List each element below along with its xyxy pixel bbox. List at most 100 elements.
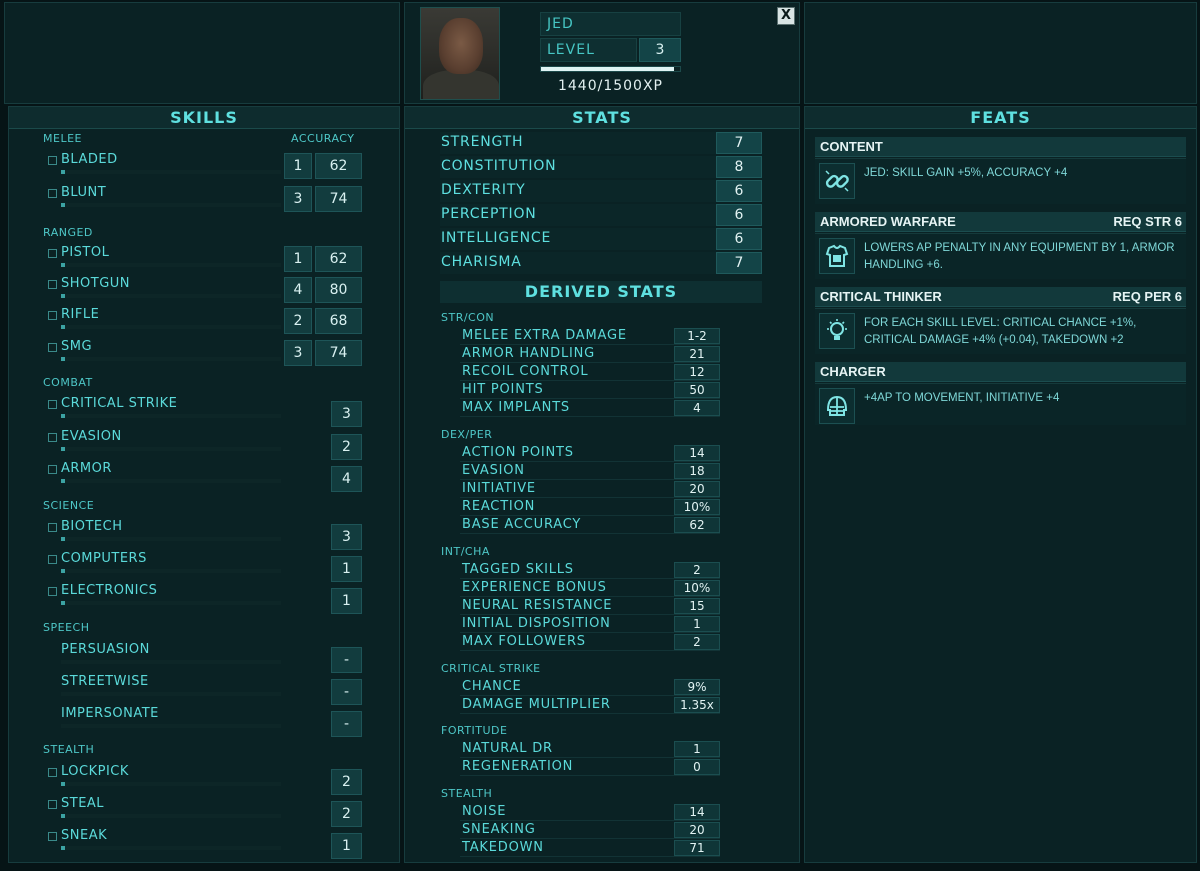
skill-tag-checkbox[interactable] bbox=[48, 156, 57, 165]
skill-row-lockpick[interactable]: LOCKPICK 2 bbox=[45, 764, 365, 795]
skill-tag-checkbox[interactable] bbox=[48, 832, 57, 841]
derived-stat-value: 14 bbox=[674, 445, 720, 461]
derived-stat-name: CHANCE bbox=[462, 679, 522, 694]
skill-tag-checkbox[interactable] bbox=[48, 555, 57, 564]
derived-stat-name: RECOIL CONTROL bbox=[462, 364, 589, 379]
feat-card-content[interactable]: CONTENT JED: SKILL GAIN +5%, ACCURACY +4 bbox=[815, 137, 1186, 204]
skill-rank-value: 3 bbox=[331, 401, 362, 427]
derived-stat-row[interactable]: EVASION 18 bbox=[460, 463, 720, 480]
derived-stat-row[interactable]: DAMAGE MULTIPLIER 1.35x bbox=[460, 697, 720, 714]
skill-row-steal[interactable]: STEAL 2 bbox=[45, 796, 365, 827]
skill-rank-value: 3 bbox=[331, 524, 362, 550]
feat-requirement: REQ PER 6 bbox=[1112, 289, 1182, 304]
derived-stat-row[interactable]: NEURAL RESISTANCE 15 bbox=[460, 598, 720, 615]
derived-stat-row[interactable]: BASE ACCURACY 62 bbox=[460, 517, 720, 534]
attribute-row-charisma[interactable]: CHARISMA 7 bbox=[440, 252, 762, 274]
skill-row-electronics[interactable]: ELECTRONICS 1 bbox=[45, 583, 365, 614]
skill-row-sneak[interactable]: SNEAK 1 bbox=[45, 828, 365, 859]
skill-row-smg[interactable]: SMG 3 74 bbox=[45, 339, 365, 370]
derived-stat-row[interactable]: HIT POINTS 50 bbox=[460, 382, 720, 399]
skill-tag-checkbox[interactable] bbox=[48, 343, 57, 352]
attribute-value: 8 bbox=[716, 156, 762, 178]
derived-stat-row[interactable]: MELEE EXTRA DAMAGE 1-2 bbox=[460, 328, 720, 345]
feat-card-armored-warfare[interactable]: ARMORED WARFARE REQ STR 6 LOWERS AP PENALT… bbox=[815, 212, 1186, 279]
derived-stat-row[interactable]: NATURAL DR 1 bbox=[460, 741, 720, 758]
skill-progress-bar bbox=[61, 846, 281, 850]
derived-stat-row[interactable]: MAX IMPLANTS 4 bbox=[460, 400, 720, 417]
derived-stat-value: 10% bbox=[674, 580, 720, 596]
derived-stat-value: 1 bbox=[674, 616, 720, 632]
derived-stat-row[interactable]: ACTION POINTS 14 bbox=[460, 445, 720, 462]
skill-tag-checkbox[interactable] bbox=[48, 280, 57, 289]
derived-stat-row[interactable]: SNEAKING 20 bbox=[460, 822, 720, 839]
skill-row-evasion[interactable]: EVASION 2 bbox=[45, 429, 365, 460]
xp-text: 1440/1500XP bbox=[557, 78, 663, 94]
skill-progress-fill bbox=[61, 479, 65, 483]
skill-progress-fill bbox=[61, 263, 65, 267]
skill-row-streetwise[interactable]: STREETWISE - bbox=[45, 674, 365, 705]
derived-stat-row[interactable]: MAX FOLLOWERS 2 bbox=[460, 634, 720, 651]
skill-tag-checkbox[interactable] bbox=[48, 768, 57, 777]
skill-row-rifle[interactable]: RIFLE 2 68 bbox=[45, 307, 365, 338]
skill-progress-fill bbox=[61, 569, 65, 573]
skill-tag-checkbox[interactable] bbox=[48, 465, 57, 474]
skill-row-biotech[interactable]: BIOTECH 3 bbox=[45, 519, 365, 550]
derived-stat-name: MELEE EXTRA DAMAGE bbox=[462, 328, 627, 343]
attribute-name: CHARISMA bbox=[441, 254, 522, 270]
skill-progress-bar bbox=[61, 479, 281, 483]
skill-row-pistol[interactable]: PISTOL 1 62 bbox=[45, 245, 365, 276]
derived-stat-row[interactable]: ARMOR HANDLING 21 bbox=[460, 346, 720, 363]
skill-tag-checkbox[interactable] bbox=[48, 800, 57, 809]
derived-stat-name: NATURAL DR bbox=[462, 741, 553, 756]
skill-name: IMPERSONATE bbox=[61, 706, 159, 721]
skill-category-label: RANGED bbox=[43, 226, 93, 239]
skill-tag-checkbox[interactable] bbox=[48, 400, 57, 409]
skill-progress-bar bbox=[61, 601, 281, 605]
character-portrait[interactable] bbox=[420, 7, 500, 100]
xp-progress-fill bbox=[541, 67, 675, 71]
skill-rank-value: 2 bbox=[331, 769, 362, 795]
skill-name: STEAL bbox=[61, 796, 105, 811]
derived-stat-row[interactable]: NOISE 14 bbox=[460, 804, 720, 821]
derived-stat-row[interactable]: TAGGED SKILLS 2 bbox=[460, 562, 720, 579]
skill-tag-checkbox[interactable] bbox=[48, 249, 57, 258]
derived-stat-row[interactable]: INITIATIVE 20 bbox=[460, 481, 720, 498]
skill-tag-checkbox[interactable] bbox=[48, 587, 57, 596]
accuracy-column-header: ACCURACY bbox=[291, 132, 355, 145]
derived-stat-row[interactable]: TAKEDOWN 71 bbox=[460, 840, 720, 857]
derived-stat-row[interactable]: EXPERIENCE BONUS 10% bbox=[460, 580, 720, 597]
feat-card-critical-thinker[interactable]: CRITICAL THINKER REQ PER 6 FOR EACH SKILL … bbox=[815, 287, 1186, 354]
skill-category-label: STEALTH bbox=[43, 743, 95, 756]
skill-tag-checkbox[interactable] bbox=[48, 311, 57, 320]
character-name: JED bbox=[540, 12, 681, 36]
attribute-row-intelligence[interactable]: INTELLIGENCE 6 bbox=[440, 228, 762, 250]
attribute-row-constitution[interactable]: CONSTITUTION 8 bbox=[440, 156, 762, 178]
skill-row-armor[interactable]: ARMOR 4 bbox=[45, 461, 365, 492]
close-button[interactable]: X bbox=[777, 7, 795, 25]
skill-row-persuasion[interactable]: PERSUASION - bbox=[45, 642, 365, 673]
attribute-row-dexterity[interactable]: DEXTERITY 6 bbox=[440, 180, 762, 202]
feat-card-charger[interactable]: CHARGER +4AP TO MOVEMENT, INITIATIVE +4 bbox=[815, 362, 1186, 425]
skill-row-bladed[interactable]: BLADED 1 62 bbox=[45, 152, 365, 183]
skill-row-computers[interactable]: COMPUTERS 1 bbox=[45, 551, 365, 582]
derived-stat-row[interactable]: RECOIL CONTROL 12 bbox=[460, 364, 720, 381]
derived-stat-row[interactable]: REGENERATION 0 bbox=[460, 759, 720, 776]
derived-stat-name: REACTION bbox=[462, 499, 536, 514]
skill-row-impersonate[interactable]: IMPERSONATE - bbox=[45, 706, 365, 737]
skill-row-shotgun[interactable]: SHOTGUN 4 80 bbox=[45, 276, 365, 307]
attribute-row-strength[interactable]: STRENGTH 7 bbox=[440, 132, 762, 154]
attribute-name: DEXTERITY bbox=[441, 182, 526, 198]
skill-rank-value: - bbox=[331, 679, 362, 705]
derived-stat-row[interactable]: REACTION 10% bbox=[460, 499, 720, 516]
skill-row-blunt[interactable]: BLUNT 3 74 bbox=[45, 185, 365, 216]
skill-tag-checkbox[interactable] bbox=[48, 189, 57, 198]
skill-tag-checkbox[interactable] bbox=[48, 523, 57, 532]
derived-stat-row[interactable]: INITIAL DISPOSITION 1 bbox=[460, 616, 720, 633]
skill-progress-bar bbox=[61, 814, 281, 818]
skill-tag-checkbox[interactable] bbox=[48, 433, 57, 442]
skill-progress-bar bbox=[61, 325, 281, 329]
derived-stat-row[interactable]: CHANCE 9% bbox=[460, 679, 720, 696]
skill-row-critical-strike[interactable]: CRITICAL STRIKE 3 bbox=[45, 396, 365, 427]
attribute-row-perception[interactable]: PERCEPTION 6 bbox=[440, 204, 762, 226]
skill-name: ELECTRONICS bbox=[61, 583, 158, 598]
